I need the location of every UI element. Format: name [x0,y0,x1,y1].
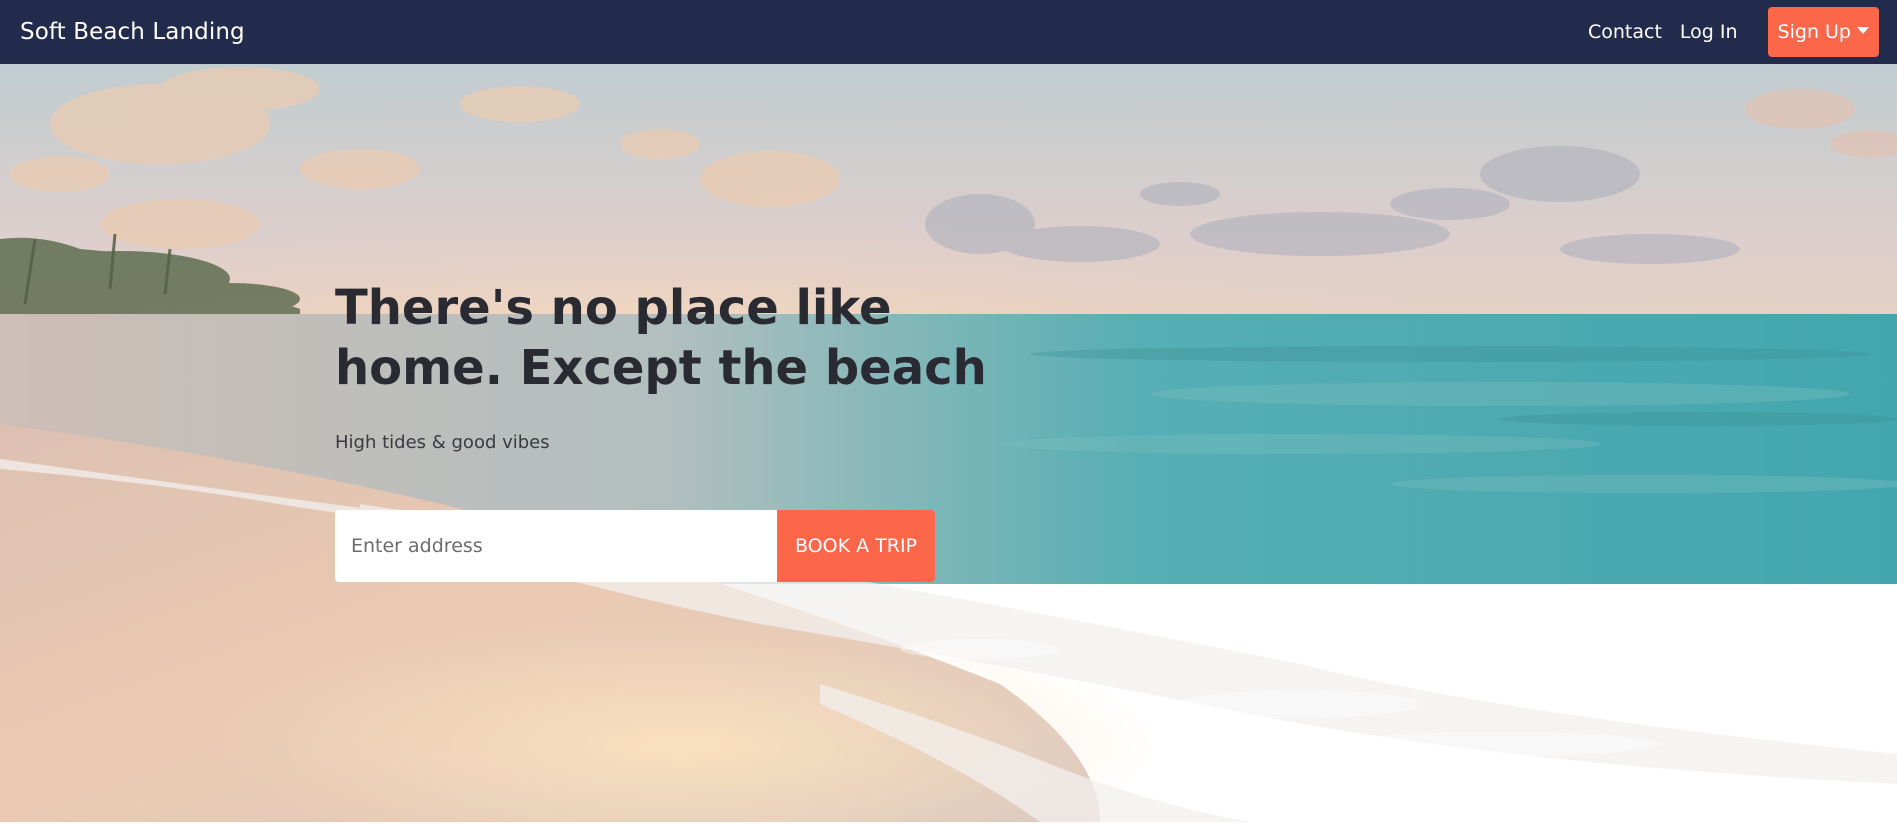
signup-dropdown-button[interactable]: Sign Up [1767,7,1879,57]
book-trip-button[interactable]: BOOK A TRIP [777,510,935,582]
hero-subtitle: High tides & good vibes [335,432,550,453]
address-input[interactable] [335,510,777,582]
signup-label: Sign Up [1777,21,1851,43]
navbar-right-group: Contact Log In Sign Up [1588,0,1879,64]
caret-down-icon [1857,26,1869,34]
booking-form: BOOK A TRIP [335,510,935,582]
hero-title-line-1: There's no place like [335,280,892,336]
brand-logo-link[interactable]: Soft Beach Landing [20,19,245,45]
login-link[interactable]: Log In [1680,21,1738,43]
contact-link[interactable]: Contact [1588,21,1662,43]
hero-section: There's no place like home. Except the be… [0,64,1897,822]
hero-content: There's no place like home. Except the be… [335,278,1035,582]
hero-title: There's no place like home. Except the be… [335,278,1035,398]
top-navbar: Soft Beach Landing Contact Log In Sign U… [0,0,1897,64]
hero-title-line-2: home. Except the beach [335,340,987,396]
